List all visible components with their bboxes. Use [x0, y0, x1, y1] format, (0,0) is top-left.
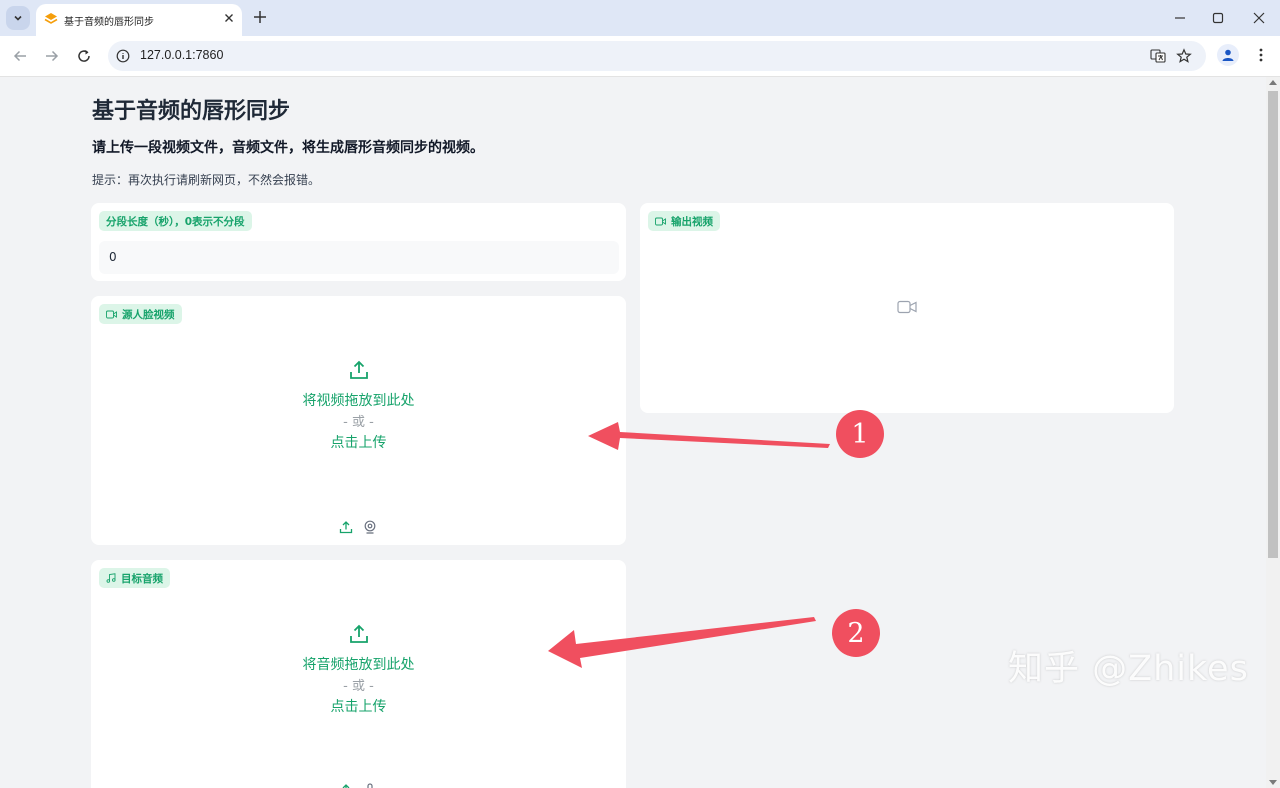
scroll-thumb[interactable]	[1268, 91, 1278, 558]
site-info-icon[interactable]	[116, 49, 130, 63]
page-hint: 提示：再次执行请刷新网页，不然会报错。	[92, 173, 321, 187]
close-tab-icon[interactable]	[224, 13, 234, 23]
new-tab-icon[interactable]	[252, 9, 268, 25]
tab-title: 基于音频的唇形同步	[64, 17, 154, 28]
page-scrollbar[interactable]	[1266, 77, 1280, 788]
maximize-icon[interactable]	[1211, 11, 1225, 25]
forward-arrow-icon[interactable]	[44, 48, 60, 64]
minimize-icon[interactable]	[1173, 11, 1187, 25]
profile-avatar[interactable]	[1217, 44, 1239, 66]
segment-length-block: 分段长度（秒），0表示不分段 0	[91, 203, 626, 281]
chevron-down-icon	[14, 15, 22, 21]
audio-drop-zone[interactable]: 将音频拖放到此处 - 或 - 点击上传	[91, 623, 626, 718]
audio-source-selector	[339, 783, 377, 788]
watermark: 知乎 @Zhikes	[1008, 649, 1249, 689]
reload-icon[interactable]	[76, 48, 92, 64]
segment-length-label: 分段长度（秒），0表示不分段	[99, 211, 252, 231]
browser-tab[interactable]: 基于音频的唇形同步	[36, 4, 242, 36]
target-audio-block: 目标音频 将音频拖放到此处 - 或 - 点击上传	[91, 560, 626, 788]
target-audio-label: 目标音频	[99, 568, 170, 588]
more-menu-icon[interactable]	[1253, 47, 1269, 63]
video-camera-icon	[106, 310, 117, 318]
audio-or-text: - 或 -	[343, 679, 374, 694]
output-video-label: 输出视频	[648, 211, 720, 231]
music-note-icon	[106, 573, 116, 583]
video-or-text: - 或 -	[343, 415, 374, 430]
translate-icon[interactable]	[1150, 48, 1166, 64]
page-title: 基于音频的唇形同步	[92, 99, 291, 124]
microphone-icon[interactable]	[363, 783, 377, 788]
bookmark-star-icon[interactable]	[1176, 48, 1192, 64]
output-video-block: 输出视频	[640, 203, 1174, 413]
gradio-logo-icon	[44, 13, 58, 24]
close-window-icon[interactable]	[1252, 11, 1266, 25]
browser-toolbar: 127.0.0.1:7860	[0, 36, 1280, 77]
annotation-marker-1: 1	[836, 410, 884, 458]
segment-length-input[interactable]: 0	[99, 241, 619, 274]
audio-drop-text: 将音频拖放到此处	[302, 657, 415, 673]
tab-search-button[interactable]	[6, 6, 30, 30]
audio-click-upload[interactable]: 点击上传	[91, 697, 626, 718]
source-video-label: 源人脸视频	[99, 304, 182, 324]
video-drop-text: 将视频拖放到此处	[302, 393, 415, 409]
browser-tab-strip: 基于音频的唇形同步	[0, 0, 1280, 36]
webcam-icon[interactable]	[363, 520, 377, 534]
video-camera-icon	[655, 217, 666, 225]
url-text: 127.0.0.1:7860	[140, 48, 224, 62]
address-bar[interactable]: 127.0.0.1:7860	[108, 41, 1206, 71]
upload-source-icon[interactable]	[339, 520, 353, 534]
annotation-marker-2: 2	[832, 609, 880, 657]
source-video-block: 源人脸视频 将视频拖放到此处 - 或 - 点击上传	[91, 296, 626, 545]
upload-icon	[349, 624, 368, 643]
page-subtitle: 请上传一段视频文件，音频文件，将生成唇形音频同步的视频。	[92, 140, 484, 156]
upload-source-icon[interactable]	[339, 783, 353, 788]
back-arrow-icon[interactable]	[12, 48, 28, 64]
video-source-selector	[339, 520, 377, 534]
video-drop-zone[interactable]: 将视频拖放到此处 - 或 - 点击上传	[91, 359, 626, 454]
video-placeholder-icon	[897, 300, 917, 314]
scroll-up-arrow-icon[interactable]	[1269, 80, 1277, 85]
scroll-down-arrow-icon[interactable]	[1269, 780, 1277, 785]
upload-icon	[349, 360, 368, 379]
person-icon	[1222, 49, 1234, 61]
video-click-upload[interactable]: 点击上传	[91, 433, 626, 454]
